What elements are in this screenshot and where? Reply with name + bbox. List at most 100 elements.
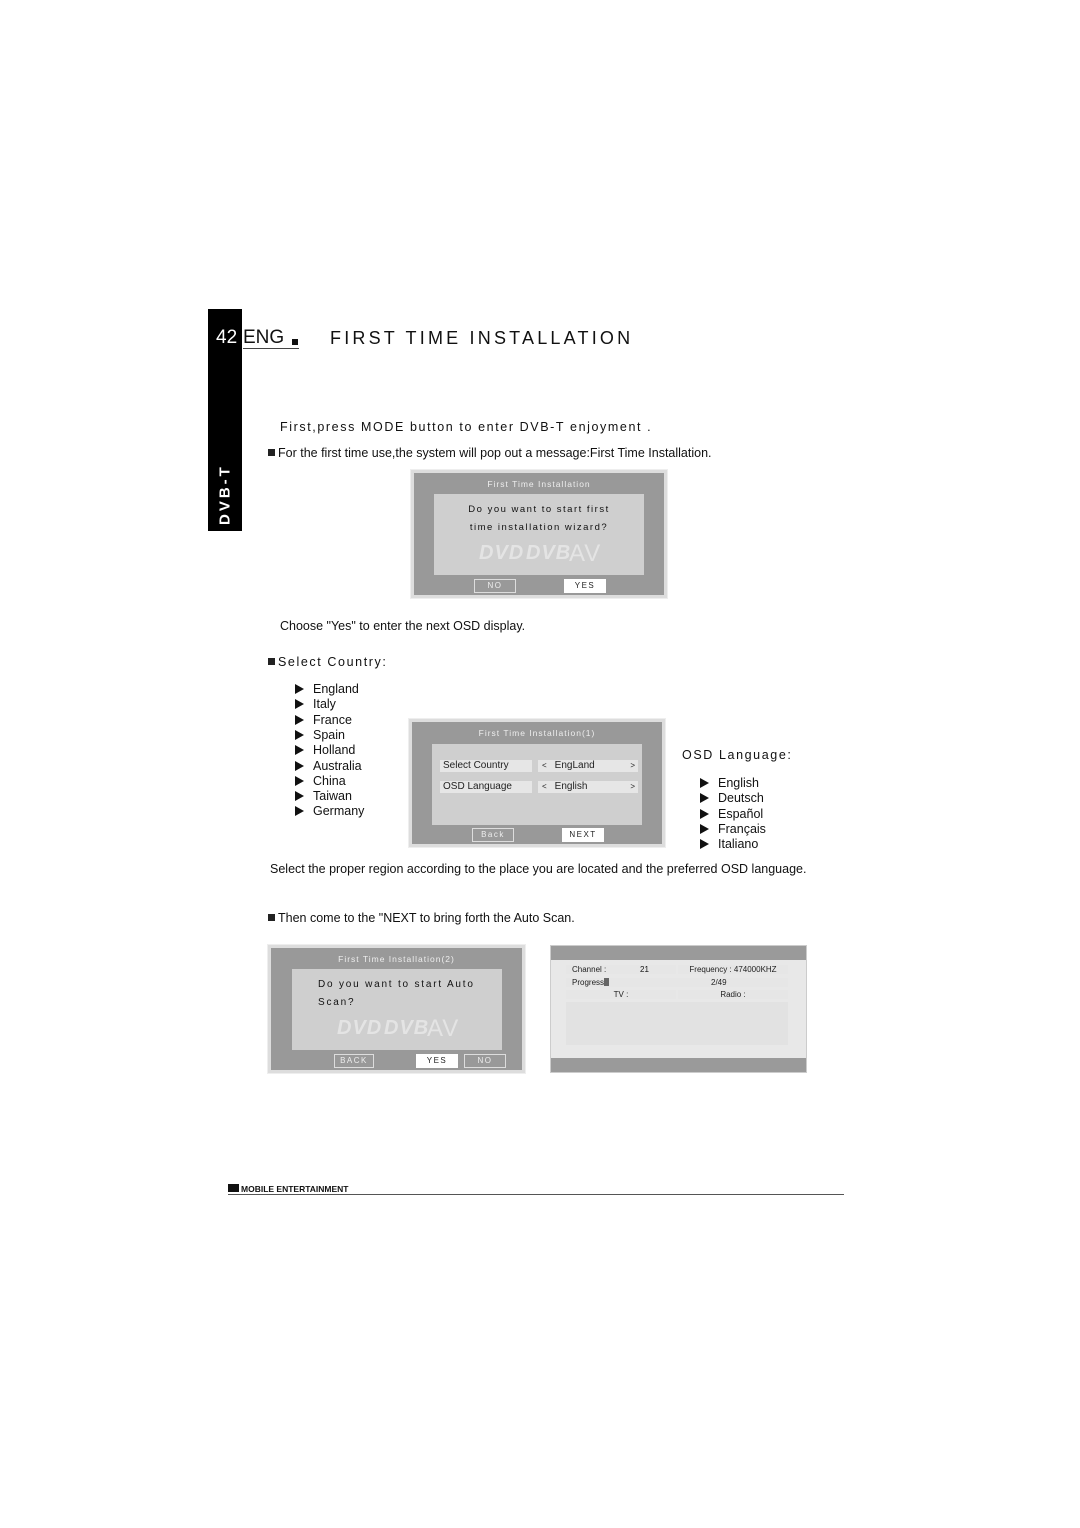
triangle-bullet-icon [700, 808, 709, 819]
tv-count: TV : [566, 990, 676, 999]
list-item: Taiwan [295, 789, 352, 803]
back-button[interactable]: BACK [334, 1054, 374, 1068]
item-label: Holland [313, 743, 356, 758]
channel-label: Channel : [566, 965, 676, 974]
installation-step2-dialog: First Time Installation(2) Do you want t… [267, 944, 526, 1074]
section-label: DVB-T [216, 464, 234, 526]
progress-value: 2/49 [711, 978, 727, 987]
triangle-bullet-icon [295, 806, 304, 817]
channel-value: 21 [640, 965, 649, 974]
dialog-message-2: time installation wizard? [469, 522, 609, 533]
next-arrow-icon[interactable]: > [630, 760, 635, 772]
triangle-bullet-icon [295, 714, 304, 725]
item-label: England [313, 682, 359, 696]
triangle-bullet-icon [295, 745, 304, 756]
back-button[interactable]: Back [472, 828, 514, 842]
av-logo: AV [569, 540, 602, 567]
triangle-bullet-icon [700, 778, 709, 788]
list-item: Germany [295, 804, 364, 818]
dvd-logo: DVD [479, 542, 525, 564]
triangle-bullet-icon [295, 684, 304, 694]
list-item: Spain [295, 728, 345, 742]
list-item: England [295, 682, 359, 696]
footer-rule [228, 1194, 844, 1195]
progress-row: Progress 2/49 [566, 978, 788, 987]
channel-list-area [566, 1002, 788, 1045]
language-value: English [554, 781, 588, 792]
dialog-message-1: Do you want to start first [468, 504, 610, 515]
list-item: Italiano [700, 837, 758, 851]
square-bullet-icon [292, 339, 298, 345]
frequency: Frequency : 474000KHZ [678, 965, 788, 974]
list-item: English [700, 776, 759, 790]
next-button[interactable]: NEXT [562, 828, 604, 842]
item-label: China [313, 773, 346, 788]
dialog-message-2: Scan? [318, 997, 356, 1008]
item-label: English [718, 776, 759, 790]
item-label: Australia [313, 758, 362, 773]
dvd-logo: DVD [337, 1017, 383, 1039]
then-text: Then come to the "NEXT to bring forth th… [278, 911, 575, 925]
item-label: Deutsch [718, 791, 764, 806]
country-value: EngLand [554, 760, 595, 771]
next-arrow-icon[interactable]: > [630, 781, 635, 793]
triangle-bullet-icon [700, 793, 709, 804]
bullet-icon [268, 449, 275, 456]
osd-language-label: OSD Language [440, 781, 532, 793]
yes-button[interactable]: YES [564, 579, 606, 593]
item-label: Spain [313, 727, 345, 742]
footer-text: MOBILE ENTERTAINMENT [241, 1184, 349, 1194]
dialog-title: First Time Installation [487, 479, 591, 489]
item-label: Español [718, 806, 764, 821]
country-selector[interactable]: < EngLand > [538, 760, 638, 772]
page-number: 42 [216, 327, 238, 348]
list-item: Australia [295, 759, 362, 773]
bullet-icon [268, 658, 275, 665]
item-label: France [313, 712, 352, 727]
radio-count: Radio : [678, 990, 788, 999]
list-item: Deutsch [700, 791, 764, 805]
triangle-bullet-icon [295, 760, 304, 771]
list-item: China [295, 774, 346, 788]
list-item: Holland [295, 743, 355, 757]
item-label: Français [718, 821, 766, 836]
progress-label: Progress [572, 978, 605, 987]
intro-line-2: For the first time use,the system will p… [278, 446, 712, 460]
triangle-bullet-icon [295, 791, 304, 802]
bullet-icon [268, 914, 275, 921]
language-selector[interactable]: < English > [538, 781, 638, 793]
osd-language-heading: OSD Language: [682, 748, 793, 762]
select-country-heading: Select Country: [278, 655, 388, 669]
language-label: ENG [243, 327, 299, 349]
item-label: Germany [313, 804, 365, 819]
item-label: Italy [313, 697, 336, 712]
no-button[interactable]: NO [474, 579, 516, 593]
dvb-logo: DVB [384, 1017, 430, 1039]
triangle-bullet-icon [700, 823, 709, 834]
dialog-title: First Time Installation(1) [478, 728, 596, 738]
list-item: Español [700, 807, 763, 821]
prev-arrow-icon[interactable]: < [538, 782, 555, 791]
page-title: FIRST TIME INSTALLATION [330, 328, 634, 348]
select-country-label: Select Country [440, 760, 532, 772]
first-time-dialog: First Time Installation Do you want to s… [410, 469, 668, 599]
triangle-bullet-icon [700, 839, 709, 850]
dvb-logo: DVB [526, 542, 572, 564]
no-button[interactable]: NO [464, 1054, 506, 1068]
triangle-bullet-icon [295, 729, 304, 740]
list-item: Français [700, 822, 766, 836]
dialog-title: First Time Installation(2) [338, 954, 455, 964]
av-logo: AV [427, 1015, 460, 1042]
item-label: Italiano [718, 837, 759, 852]
installation-step1-dialog: First Time Installation(1) Select Countr… [408, 718, 666, 848]
auto-scan-screen: Channel : 21 Frequency : 474000KHZ Progr… [550, 945, 807, 1073]
intro-line-1: First,press MODE button to enter DVB-T e… [280, 420, 653, 434]
list-item: France [295, 713, 352, 727]
yes-button[interactable]: YES [416, 1054, 458, 1068]
triangle-bullet-icon [295, 775, 304, 786]
dialog-message-1: Do you want to start Auto [318, 979, 475, 990]
progress-bar [604, 978, 610, 986]
choose-text: Choose "Yes" to enter the next OSD displ… [280, 619, 526, 633]
list-item: Italy [295, 697, 336, 711]
prev-arrow-icon[interactable]: < [538, 761, 555, 770]
